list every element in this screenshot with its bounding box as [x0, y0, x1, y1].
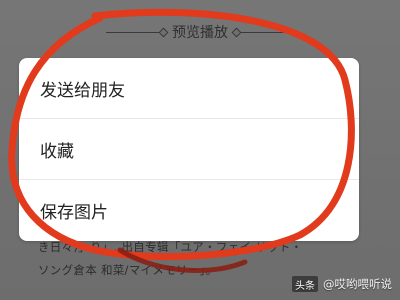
- watermark-text: @哎哟喂听说: [323, 277, 392, 291]
- menu-item-save-image[interactable]: 保存图片: [19, 180, 359, 241]
- menu-item-send-to-friend[interactable]: 发送给朋友: [19, 58, 359, 119]
- watermark: 头条 @哎哟喂听说: [292, 276, 392, 292]
- menu-item-label: 保存图片: [40, 203, 108, 223]
- article-text-line-1: き日々)」り」, 出自专辑「ユア・フェイ リット・: [38, 240, 303, 254]
- divider-left: [106, 31, 164, 33]
- menu-item-favorite[interactable]: 收藏: [19, 119, 359, 180]
- section-title: 预览播放: [172, 25, 228, 41]
- section-header: 预览播放: [0, 20, 400, 44]
- divider-right: [236, 31, 294, 33]
- menu-item-label: 发送给朋友: [40, 80, 125, 101]
- toutiao-logo-icon: 头条: [292, 276, 318, 292]
- context-menu: 发送给朋友 收藏 保存图片: [19, 58, 359, 241]
- menu-item-label: 收藏: [40, 141, 74, 162]
